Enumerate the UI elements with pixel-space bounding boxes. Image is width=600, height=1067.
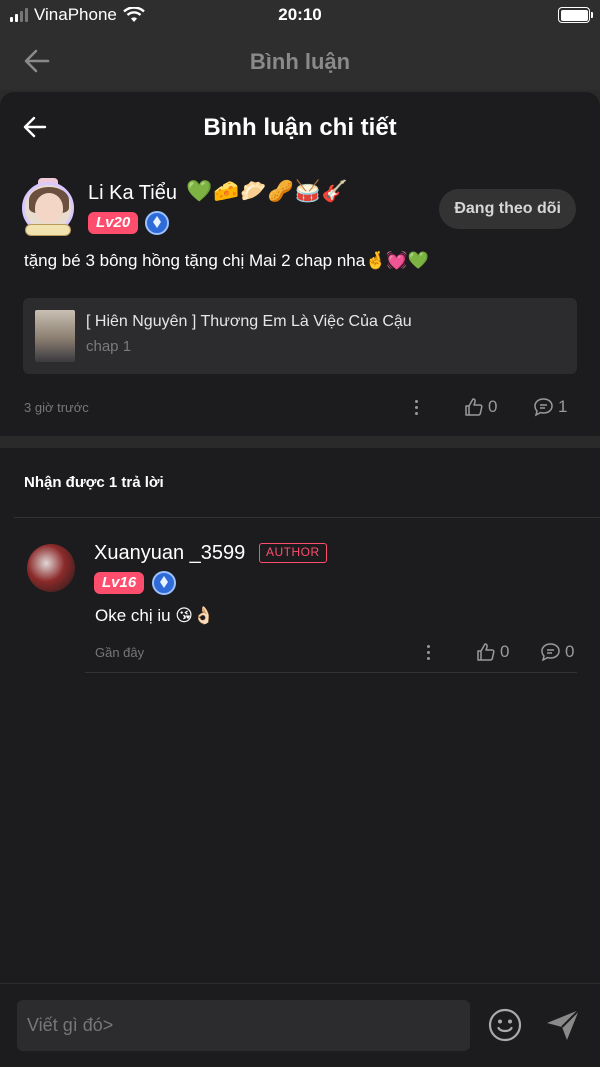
comment-time: 3 giờ trước [24, 400, 89, 415]
background-header-title: Bình luận [249, 49, 351, 74]
divider [85, 672, 577, 673]
section-divider [0, 436, 600, 448]
thumbs-up-icon [465, 398, 483, 416]
avatar[interactable] [27, 544, 75, 592]
comment-text: tặng bé 3 bông hồng tặng chị Mai 2 chap … [24, 251, 429, 270]
level-badge: Lv20 [88, 212, 139, 234]
status-time: 20:10 [278, 5, 322, 24]
battery-icon [558, 7, 593, 23]
reply-time: Gần đây [95, 645, 145, 660]
sheet-title: Bình luận chi tiết [203, 114, 397, 141]
divider [14, 517, 600, 518]
reply-text: Oke chị iu 😘👌🏻 [95, 606, 215, 625]
reply-user-name[interactable]: Xuanyuan _3599 [94, 542, 245, 565]
replies-heading: Nhận được 1 trả lời [24, 474, 164, 491]
status-bar: VinaPhone 20:10 [0, 0, 600, 32]
composer-bar [0, 983, 600, 1067]
linked-story-title: [ Hiên Nguyên ] Thương Em Là Việc Của Cậ… [86, 313, 412, 330]
like-button[interactable]: 0 [464, 397, 497, 417]
linked-chapter-label: chap 1 [86, 338, 132, 355]
reply-count: 0 [565, 642, 575, 661]
like-button[interactable]: 0 [476, 642, 509, 662]
comment-user-name[interactable]: Li Ka Tiểu [88, 182, 177, 205]
send-icon[interactable] [545, 1008, 581, 1042]
thumbs-up-icon [477, 643, 495, 661]
chapter-thumbnail [35, 310, 75, 362]
tier-diamond-icon [152, 571, 176, 595]
reply-button[interactable]: 1 [533, 397, 567, 417]
follow-button[interactable]: Đang theo dõi [439, 189, 576, 229]
reply-button[interactable]: 0 [540, 642, 574, 662]
reply-count: 1 [558, 397, 568, 416]
smiley-icon[interactable] [488, 1008, 522, 1042]
background-header: Bình luận [0, 32, 600, 90]
level-badge: Lv16 [94, 572, 145, 594]
comment-detail-sheet: Bình luận chi tiết Li Ka Tiểu 💚🧀🥟🥜🥁🎸 Lv2… [0, 92, 600, 1067]
like-count: 0 [488, 397, 498, 416]
avatar-frame-badge [25, 224, 71, 236]
name-emojis: 💚🧀🥟🥜🥁🎸 [186, 180, 349, 203]
tier-diamond-icon [145, 211, 169, 235]
like-count: 0 [500, 642, 510, 661]
author-tag: AUTHOR [259, 543, 327, 563]
linked-chapter-card[interactable]: [ Hiên Nguyên ] Thương Em Là Việc Của Cậ… [23, 298, 577, 374]
comment-bubble-icon [541, 643, 560, 662]
more-dots-icon[interactable] [425, 645, 431, 661]
more-dots-icon[interactable] [413, 400, 419, 416]
comment-bubble-icon [534, 398, 553, 417]
comment-input[interactable] [17, 1000, 470, 1051]
